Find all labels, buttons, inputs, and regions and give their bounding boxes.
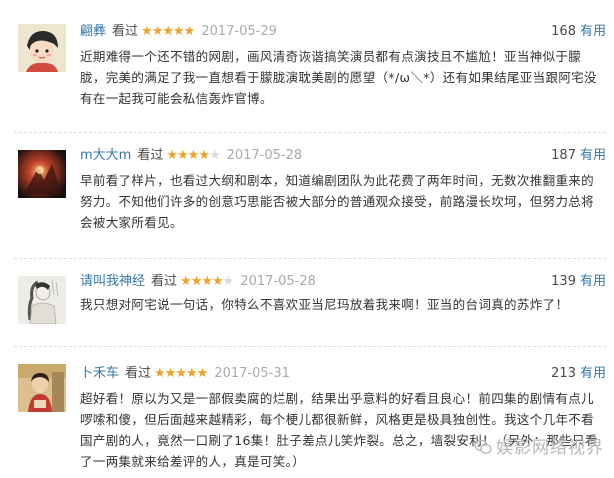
divider xyxy=(14,346,606,347)
review-text: 我只想对阿宅说一句话，你特么不喜欢亚当尼玛放着我来啊！亚当的台词真的苏炸了！ xyxy=(80,297,569,312)
useful-count: 168 xyxy=(551,24,576,39)
star-icon: ★ xyxy=(180,274,192,289)
watched-label: 看过 xyxy=(151,274,178,289)
star-icon: ★ xyxy=(173,24,185,39)
user-avatar[interactable] xyxy=(18,150,66,198)
useful-vote: 139 有用 xyxy=(551,272,606,292)
watched-label: 看过 xyxy=(137,148,164,163)
review-text: 早前看了样片，也看过大纲和剧本，知道编剧团队为此花费了两年时间，无数次推翻重来的… xyxy=(80,173,595,230)
star-icon: ★ xyxy=(177,148,189,163)
watermark-text: 娱影网络视界 xyxy=(496,438,604,458)
star-rating: ★★★★★ xyxy=(154,364,209,384)
review-date: 2017-05-28 xyxy=(240,274,316,289)
user-avatar[interactable] xyxy=(18,24,66,72)
child-photo-avatar-icon xyxy=(18,364,66,412)
star-icon: ★ xyxy=(183,24,196,39)
review-meta: 请叫我神经 看过 ★★★★★ 2017-05-28 xyxy=(80,272,316,292)
review-date: 2017-05-31 xyxy=(214,366,290,381)
review-date: 2017-05-29 xyxy=(201,24,277,39)
star-icon: ★ xyxy=(201,274,213,289)
username-link[interactable]: m大大m xyxy=(80,148,131,163)
review-meta: 卜禾车 看过 ★★★★★ 2017-05-31 xyxy=(80,364,290,384)
watched-label: 看过 xyxy=(112,24,139,39)
ink-painting-avatar-icon xyxy=(18,276,66,324)
review-feed: 翩彝 看过 ★★★★★ 2017-05-29 168 有用 近期难得一个还不错的网剧，画… xyxy=(0,0,614,478)
star-empty-icon: ★ xyxy=(208,148,221,163)
review-meta: m大大m 看过 ★★★★★ 2017-05-28 xyxy=(80,146,302,166)
star-icon: ★ xyxy=(162,24,174,39)
useful-vote: 213 有用 xyxy=(551,364,606,384)
divider xyxy=(14,132,606,133)
star-empty-icon: ★ xyxy=(222,274,235,289)
star-icon: ★ xyxy=(198,148,210,163)
useful-vote: 168 有用 xyxy=(551,22,606,42)
star-icon: ★ xyxy=(187,148,200,163)
useful-button[interactable]: 有用 xyxy=(580,148,606,163)
review-item: 请叫我神经 看过 ★★★★★ 2017-05-28 139 有用 我只想对阿宅说一句话，… xyxy=(0,272,614,332)
review-item: m大大m 看过 ★★★★★ 2017-05-28 187 有用 早前看了样片，也看过大纲… xyxy=(0,146,614,236)
cartoon-girl-avatar-icon xyxy=(18,24,66,72)
useful-count: 139 xyxy=(551,274,576,289)
star-icon: ★ xyxy=(190,274,203,289)
watched-label: 看过 xyxy=(125,366,152,381)
star-rating: ★★★★★ xyxy=(141,22,196,42)
divider xyxy=(14,258,606,259)
watermark: 娱影网络视界 xyxy=(474,433,604,458)
username-link[interactable]: 卜禾车 xyxy=(80,366,119,381)
star-icon: ★ xyxy=(212,274,224,289)
star-icon: ★ xyxy=(166,148,178,163)
user-avatar[interactable] xyxy=(18,276,66,324)
star-icon: ★ xyxy=(164,366,177,381)
dark-red-photo-avatar-icon xyxy=(18,150,66,198)
useful-count: 213 xyxy=(551,366,576,381)
useful-vote: 187 有用 xyxy=(551,146,606,166)
useful-count: 187 xyxy=(551,148,576,163)
star-icon: ★ xyxy=(154,366,166,381)
star-rating: ★★★★★ xyxy=(166,146,221,166)
review-date: 2017-05-28 xyxy=(226,148,303,163)
username-link[interactable]: 请叫我神经 xyxy=(80,274,145,289)
star-rating: ★★★★★ xyxy=(180,272,235,292)
username-link[interactable]: 翩彝 xyxy=(80,24,106,39)
star-icon: ★ xyxy=(186,366,198,381)
wechat-icon xyxy=(474,439,492,454)
user-avatar[interactable] xyxy=(18,364,66,412)
useful-button[interactable]: 有用 xyxy=(580,24,606,39)
review-meta: 翩彝 看过 ★★★★★ 2017-05-29 xyxy=(80,22,277,42)
review-text: 近期难得一个还不错的网剧，画风清奇诙谐搞笑演员都有点演技且不尴尬！亚当神似于朦胧… xyxy=(80,49,597,106)
star-icon: ★ xyxy=(141,24,153,39)
useful-button[interactable]: 有用 xyxy=(580,366,606,381)
review-text: 超好看！原以为又是一部假卖腐的烂剧，结果出乎意料的好看且良心！前四集的剧情有点儿… xyxy=(80,391,598,469)
star-icon: ★ xyxy=(175,366,187,381)
review-item: 翩彝 看过 ★★★★★ 2017-05-29 168 有用 近期难得一个还不错的网剧，画… xyxy=(0,22,614,112)
star-icon: ★ xyxy=(151,24,164,39)
useful-button[interactable]: 有用 xyxy=(580,274,606,289)
star-icon: ★ xyxy=(196,366,209,381)
